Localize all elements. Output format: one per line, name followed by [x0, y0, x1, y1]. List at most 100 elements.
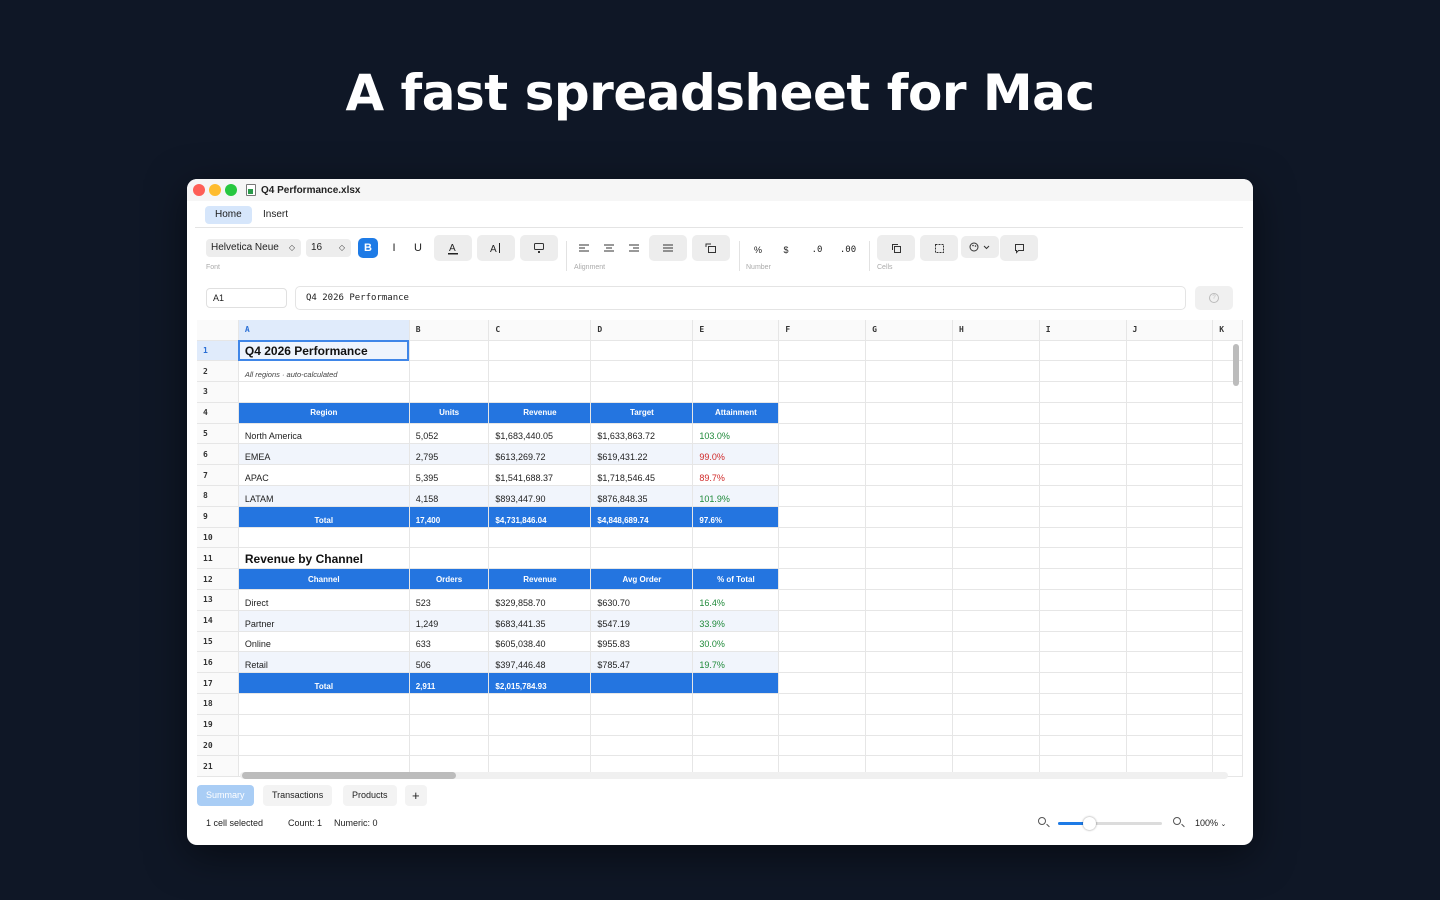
- cell[interactable]: [865, 464, 953, 487]
- cell[interactable]: [952, 735, 1040, 757]
- column-header-a[interactable]: A: [238, 320, 410, 341]
- spreadsheet-grid[interactable]: A B C D E F G H I J K 1 Q4 2026 Performa…: [197, 320, 1243, 780]
- total-cell[interactable]: $4,731,846.04: [488, 506, 592, 528]
- cell[interactable]: [865, 485, 953, 507]
- cell[interactable]: [778, 527, 867, 549]
- cell[interactable]: [590, 527, 694, 549]
- cell[interactable]: [952, 631, 1040, 653]
- cell[interactable]: Direct: [238, 589, 410, 611]
- table-header-cell[interactable]: Target: [590, 402, 694, 424]
- cell[interactable]: [952, 672, 1040, 695]
- cell[interactable]: 101.9%: [692, 485, 780, 507]
- cell[interactable]: $605,038.40: [488, 631, 592, 653]
- cell[interactable]: [1126, 381, 1214, 403]
- fill-color-button[interactable]: [520, 235, 558, 261]
- cell[interactable]: [1126, 506, 1214, 528]
- row-header[interactable]: 19: [197, 714, 239, 736]
- cell[interactable]: [488, 340, 592, 362]
- cell[interactable]: [1126, 360, 1214, 383]
- cell[interactable]: [1126, 485, 1214, 507]
- cell[interactable]: [865, 693, 953, 715]
- column-header-k[interactable]: K: [1212, 320, 1243, 341]
- cell[interactable]: [1126, 402, 1214, 424]
- cell[interactable]: $785.47: [590, 651, 694, 674]
- cell[interactable]: [1212, 443, 1243, 466]
- cell[interactable]: [1126, 693, 1214, 715]
- row-header[interactable]: 1: [197, 340, 239, 362]
- cell[interactable]: [1039, 672, 1127, 695]
- formula-help-button[interactable]: ?: [1195, 286, 1233, 310]
- cell[interactable]: [590, 547, 694, 570]
- cell[interactable]: [488, 381, 592, 403]
- row-header[interactable]: 16: [197, 651, 239, 674]
- active-cell[interactable]: Q4 2026 Performance: [238, 340, 410, 362]
- cell[interactable]: [778, 443, 867, 466]
- cell[interactable]: $876,848.35: [590, 485, 694, 507]
- sheet-tab-summary[interactable]: Summary: [197, 785, 254, 806]
- cell[interactable]: [692, 360, 780, 383]
- total-cell[interactable]: Total: [238, 672, 410, 695]
- corner-cell[interactable]: [197, 320, 239, 341]
- cell[interactable]: $1,683,440.05: [488, 423, 592, 445]
- cell[interactable]: [952, 485, 1040, 507]
- cell[interactable]: [865, 714, 953, 736]
- cell[interactable]: [865, 589, 953, 611]
- cell[interactable]: [865, 423, 953, 445]
- row-header[interactable]: 17: [197, 672, 239, 695]
- cell[interactable]: [1212, 506, 1243, 528]
- table-header-cell[interactable]: Orders: [409, 568, 490, 591]
- add-sheet-button[interactable]: +: [405, 785, 427, 806]
- row-header[interactable]: 2: [197, 360, 239, 383]
- cell[interactable]: [1039, 381, 1127, 403]
- column-header-i[interactable]: I: [1039, 320, 1127, 341]
- row-header[interactable]: 3: [197, 381, 239, 403]
- cell[interactable]: [488, 360, 592, 383]
- cell[interactable]: [1212, 631, 1243, 653]
- cell[interactable]: [1039, 589, 1127, 611]
- cell[interactable]: [865, 651, 953, 674]
- cell[interactable]: [590, 360, 694, 383]
- total-cell[interactable]: 97.6%: [692, 506, 780, 528]
- cell[interactable]: 19.7%: [692, 651, 780, 674]
- wrap-text-button[interactable]: [692, 235, 730, 261]
- cell[interactable]: [1212, 651, 1243, 674]
- cell[interactable]: [1212, 547, 1243, 570]
- cell[interactable]: [590, 735, 694, 757]
- cell[interactable]: [692, 693, 780, 715]
- cell[interactable]: $1,718,546.45: [590, 464, 694, 487]
- cell[interactable]: [1126, 423, 1214, 445]
- cell[interactable]: [692, 547, 780, 570]
- cell[interactable]: 633: [409, 631, 490, 653]
- cell[interactable]: $619,431.22: [590, 443, 694, 466]
- italic-button[interactable]: I: [384, 238, 404, 258]
- cell[interactable]: [778, 485, 867, 507]
- cell[interactable]: [952, 651, 1040, 674]
- cell[interactable]: $955.83: [590, 631, 694, 653]
- cell[interactable]: [1039, 527, 1127, 549]
- cell[interactable]: 1,249: [409, 610, 490, 632]
- row-header[interactable]: 12: [197, 568, 239, 591]
- horizontal-scrollbar[interactable]: [242, 772, 456, 779]
- cell[interactable]: [778, 340, 867, 362]
- cell[interactable]: [590, 693, 694, 715]
- cell[interactable]: [778, 631, 867, 653]
- cell[interactable]: [1039, 610, 1127, 632]
- cell[interactable]: [692, 381, 780, 403]
- cell[interactable]: EMEA: [238, 443, 410, 466]
- cell[interactable]: [1126, 610, 1214, 632]
- cell[interactable]: [1039, 423, 1127, 445]
- cell[interactable]: [409, 360, 490, 383]
- column-header-g[interactable]: G: [865, 320, 953, 341]
- cell[interactable]: [952, 464, 1040, 487]
- cell[interactable]: [1126, 568, 1214, 591]
- cell[interactable]: [488, 714, 592, 736]
- zoom-window-button[interactable]: [225, 184, 237, 196]
- cell[interactable]: LATAM: [238, 485, 410, 507]
- sheet-tab-transactions[interactable]: Transactions: [263, 785, 333, 806]
- cell[interactable]: [1126, 714, 1214, 736]
- row-header[interactable]: 10: [197, 527, 239, 549]
- cell[interactable]: Retail: [238, 651, 410, 674]
- name-box[interactable]: A1: [206, 288, 287, 308]
- cell[interactable]: 5,395: [409, 464, 490, 487]
- cell[interactable]: [488, 693, 592, 715]
